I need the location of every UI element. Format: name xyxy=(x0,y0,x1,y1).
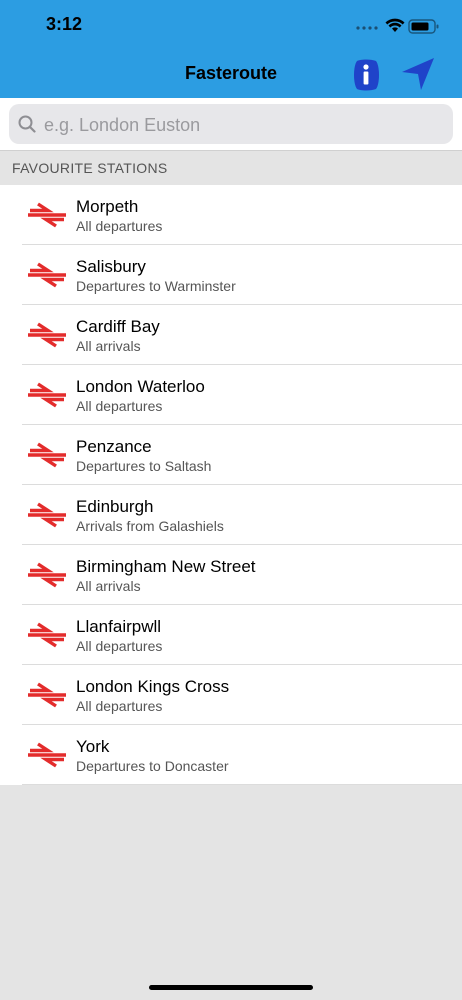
station-detail: All departures xyxy=(76,218,163,234)
row-divider xyxy=(22,784,462,785)
station-row[interactable]: Morpeth All departures xyxy=(0,185,462,245)
station-row[interactable]: Llanfairpwll All departures xyxy=(0,605,462,665)
national-rail-icon xyxy=(28,502,66,528)
national-rail-icon xyxy=(28,562,66,588)
station-row[interactable]: London Waterloo All departures xyxy=(0,365,462,425)
section-header: FAVOURITE STATIONS xyxy=(0,150,462,185)
national-rail-icon xyxy=(28,442,66,468)
location-arrow-icon xyxy=(402,58,434,90)
wifi-icon xyxy=(385,18,405,32)
national-rail-icon xyxy=(28,382,66,408)
station-row[interactable]: Salisbury Departures to Warminster xyxy=(0,245,462,305)
station-name: Llanfairpwll xyxy=(76,617,162,636)
national-rail-icon xyxy=(28,682,66,708)
station-name: Penzance xyxy=(76,437,152,456)
station-name: London Waterloo xyxy=(76,377,205,396)
station-name: London Kings Cross xyxy=(76,677,230,696)
search-icon xyxy=(18,115,36,133)
national-rail-icon xyxy=(28,202,66,228)
station-detail: All arrivals xyxy=(76,338,141,354)
station-detail: Departures to Warminster xyxy=(76,278,236,294)
station-name: York xyxy=(76,737,110,756)
station-row[interactable]: London Kings Cross All departures xyxy=(0,665,462,725)
national-rail-icon xyxy=(28,322,66,348)
national-rail-icon xyxy=(28,262,66,288)
battery-icon xyxy=(408,19,439,34)
section-title: FAVOURITE STATIONS xyxy=(12,160,168,176)
station-detail: All departures xyxy=(76,398,163,414)
station-row[interactable]: Edinburgh Arrivals from Galashiels xyxy=(0,485,462,545)
station-detail: All arrivals xyxy=(76,578,141,594)
favourite-stations-list: Morpeth All departures Salisbury Departures… xyxy=(0,185,462,785)
station-row[interactable]: Penzance Departures to Saltash xyxy=(0,425,462,485)
search-input[interactable] xyxy=(42,104,446,146)
station-detail: Arrivals from Galashiels xyxy=(76,518,224,534)
station-detail: All departures xyxy=(76,638,163,654)
national-rail-icon xyxy=(28,622,66,648)
location-arrow-button[interactable] xyxy=(400,56,436,92)
station-name: Cardiff Bay xyxy=(76,317,160,336)
station-row[interactable]: Birmingham New Street All arrivals xyxy=(0,545,462,605)
station-row[interactable]: York Departures to Doncaster xyxy=(0,725,462,785)
station-detail: Departures to Saltash xyxy=(76,458,212,474)
status-time: 3:12 xyxy=(46,14,83,34)
station-detail: All departures xyxy=(76,698,163,714)
search-field[interactable] xyxy=(9,104,453,146)
station-detail: Departures to Doncaster xyxy=(76,758,229,774)
status-icons xyxy=(356,18,439,34)
station-name: Birmingham New Street xyxy=(76,557,256,576)
station-row[interactable]: Cardiff Bay All arrivals xyxy=(0,305,462,365)
info-button[interactable] xyxy=(351,58,381,92)
search-bar xyxy=(0,98,462,150)
signal-icon xyxy=(356,26,378,30)
station-name: Edinburgh xyxy=(76,497,154,516)
home-indicator xyxy=(149,985,313,990)
station-name: Salisbury xyxy=(76,257,146,276)
station-name: Morpeth xyxy=(76,197,139,216)
national-rail-icon xyxy=(28,742,66,768)
page-title: Fasteroute xyxy=(184,63,278,83)
nav-bar: 3:12 Fasteroute xyxy=(0,0,462,98)
